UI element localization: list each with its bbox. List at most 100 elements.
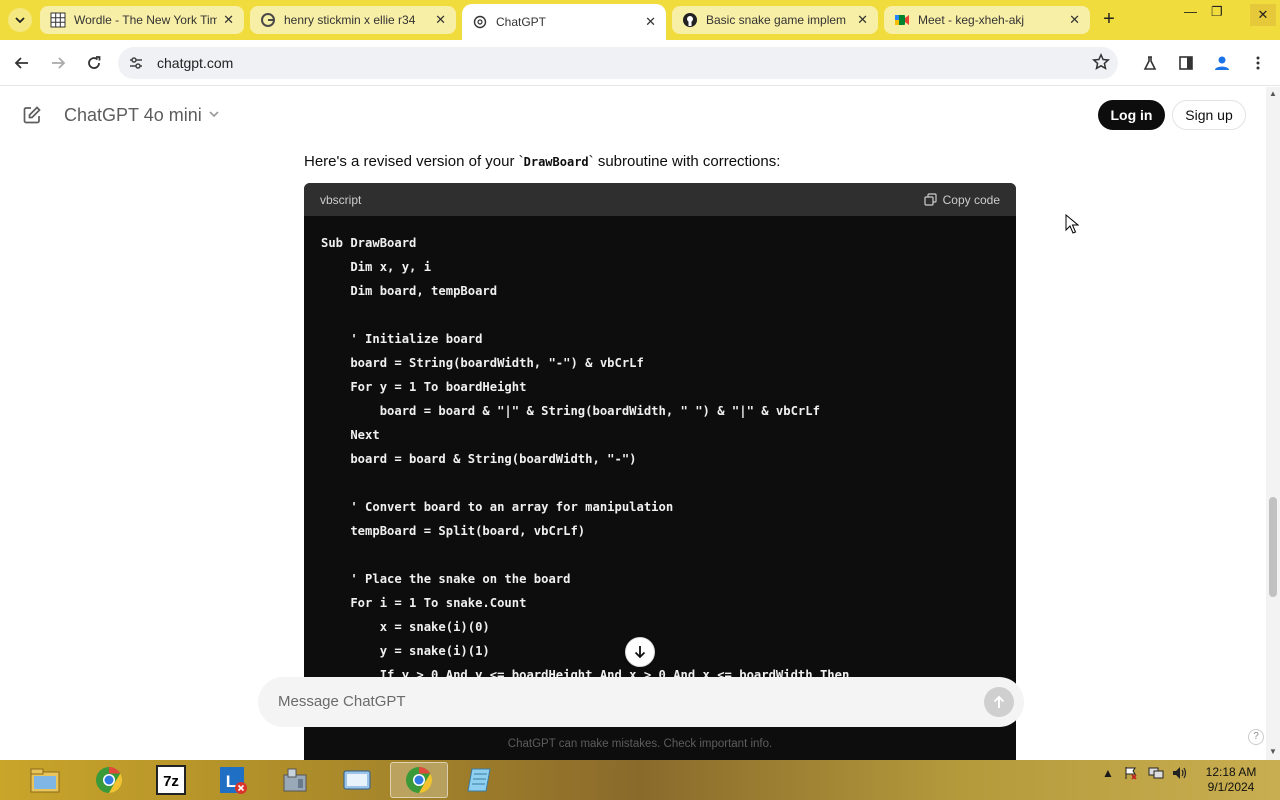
inline-code: DrawBoard: [523, 155, 589, 169]
mouse-pointer-icon: [1065, 213, 1080, 239]
new-tab-button[interactable]: +: [1098, 9, 1120, 31]
explorer-icon[interactable]: [328, 762, 386, 798]
tab-chatgpt[interactable]: ChatGPT ✕: [462, 4, 666, 40]
show-hidden-icons-icon[interactable]: ▲: [1102, 766, 1114, 780]
scrollbar-thumb[interactable]: [1269, 497, 1277, 597]
code-line: board = board & "|" & String(boardWidth,…: [321, 404, 820, 418]
github-icon: [682, 12, 698, 28]
close-tab-icon[interactable]: ✕: [645, 14, 656, 30]
send-button[interactable]: [984, 687, 1014, 717]
page-scrollbar[interactable]: ▲ ▼: [1266, 87, 1280, 760]
lync-icon[interactable]: L: [204, 762, 262, 798]
volume-icon[interactable]: [1172, 766, 1188, 783]
back-button[interactable]: [11, 52, 33, 74]
forward-button[interactable]: [47, 52, 69, 74]
tab-search-button[interactable]: [8, 8, 32, 32]
close-window-icon[interactable]: ✕: [1250, 4, 1276, 26]
file-explorer-icon[interactable]: [16, 762, 74, 798]
tab-wordle[interactable]: Wordle - The New York Times ✕: [40, 6, 244, 34]
message-composer[interactable]: Message ChatGPT: [258, 677, 1024, 727]
chrome-icon[interactable]: [80, 762, 138, 798]
message-input[interactable]: Message ChatGPT: [278, 693, 406, 710]
code-line: Dim x, y, i: [321, 260, 432, 274]
7zip-icon[interactable]: 7z: [142, 762, 200, 798]
copy-code-label: Copy code: [942, 192, 1000, 207]
assistant-intro-text: Here's a revised version of your `DrawBo…: [304, 153, 780, 170]
code-line: tempBoard = Split(board, vbCrLf): [321, 524, 586, 538]
code-line: Dim board, tempBoard: [321, 284, 498, 298]
code-line: board = board & String(boardWidth, "-"): [321, 452, 637, 466]
windows-taskbar: 7z L ▲ 12:18 AM 9/1/2024: [0, 760, 1280, 800]
copy-code-button[interactable]: Copy code: [924, 193, 1000, 207]
chevron-down-icon: [208, 108, 220, 123]
meet-icon: [894, 12, 910, 28]
chrome-icon[interactable]: [390, 762, 448, 798]
code-language-label: vbscript: [320, 192, 362, 207]
arrow-right-icon: [52, 57, 66, 69]
clock-date: 9/1/2024: [1207, 780, 1255, 794]
reload-button[interactable]: [83, 52, 105, 74]
labs-flask-icon[interactable]: [1140, 53, 1160, 73]
model-selector[interactable]: ChatGPT 4o mini: [64, 105, 220, 126]
svg-text:L: L: [226, 772, 236, 791]
tab-title: henry stickmin x ellie r34: [284, 13, 416, 27]
model-label: ChatGPT 4o mini: [64, 105, 202, 125]
notepad-icon[interactable]: [452, 762, 510, 798]
code-block-header: vbscript Copy code: [304, 183, 1016, 216]
site-settings-icon[interactable]: [128, 55, 144, 76]
system-clock[interactable]: 12:18 AM 9/1/2024: [1196, 765, 1266, 795]
tab-strip: Wordle - The New York Times ✕ henry stic…: [0, 0, 1280, 40]
code-line: board = String(boardWidth, "-") & vbCrLf: [321, 356, 644, 370]
tab-title: Wordle - The New York Times: [74, 13, 218, 27]
tab-title: ChatGPT: [496, 15, 547, 29]
close-tab-icon[interactable]: ✕: [857, 12, 868, 28]
code-line: ' Initialize board: [321, 332, 483, 346]
signup-button[interactable]: Sign up: [1172, 100, 1246, 130]
scroll-to-bottom-button[interactable]: [625, 637, 655, 667]
chat-page: ChatGPT 4o mini Log in Sign up Here's a …: [0, 87, 1266, 760]
reload-icon: [88, 56, 101, 69]
code-line: ' Place the snake on the board: [321, 572, 571, 586]
url-text: chatgpt.com: [157, 55, 234, 71]
tab-title: Meet - keg-xheh-akj: [918, 13, 1025, 27]
intro-text-before: Here's a revised version of your `: [304, 153, 524, 170]
close-tab-icon[interactable]: ✕: [435, 12, 446, 28]
code-line: ' Convert board to an array for manipula…: [321, 500, 674, 514]
more-menu-icon[interactable]: [1248, 53, 1268, 73]
login-button[interactable]: Log in: [1098, 100, 1165, 130]
code-line: For i = 1 To snake.Count: [321, 596, 527, 610]
disclaimer-text: ChatGPT can make mistakes. Check importa…: [507, 738, 773, 750]
scroll-down-icon[interactable]: ▼: [1269, 747, 1277, 756]
address-bar[interactable]: chatgpt.com: [118, 47, 1118, 79]
arrow-left-icon: [14, 57, 28, 69]
help-button[interactable]: ?: [1248, 729, 1264, 745]
arrow-up-icon: [993, 695, 1005, 708]
scroll-up-icon[interactable]: ▲: [1269, 89, 1277, 98]
code-block: vbscript Copy code Sub DrawBoard Dim x, …: [304, 183, 1016, 760]
profile-icon[interactable]: [1212, 53, 1232, 73]
google-icon: [260, 12, 276, 28]
close-tab-icon[interactable]: ✕: [1069, 12, 1080, 28]
chevron-down-icon: [15, 17, 25, 24]
bookmark-star-icon[interactable]: [1092, 52, 1110, 76]
clock-time: 12:18 AM: [1205, 765, 1257, 779]
side-panel-icon[interactable]: [1176, 53, 1196, 73]
tab-github[interactable]: Basic snake game implem ✕: [672, 6, 878, 34]
tab-meet[interactable]: Meet - keg-xheh-akj ✕: [884, 6, 1090, 34]
restore-icon[interactable]: ❐: [1211, 4, 1223, 20]
new-chat-button[interactable]: [22, 105, 42, 130]
arrow-down-icon: [634, 646, 646, 659]
code-line: y = snake(i)(1): [321, 644, 490, 658]
tab-google-search[interactable]: henry stickmin x ellie r34 ✕: [250, 6, 456, 34]
network-icon[interactable]: [1148, 766, 1164, 783]
browser-toolbar: chatgpt.com: [0, 40, 1280, 86]
minimize-icon[interactable]: —: [1184, 4, 1197, 19]
wordle-grid-icon: [50, 12, 66, 28]
action-center-flag-icon[interactable]: [1124, 766, 1138, 783]
close-tab-icon[interactable]: ✕: [223, 12, 234, 28]
control-panel-icon[interactable]: [266, 762, 324, 798]
svg-text:7z: 7z: [163, 773, 179, 790]
